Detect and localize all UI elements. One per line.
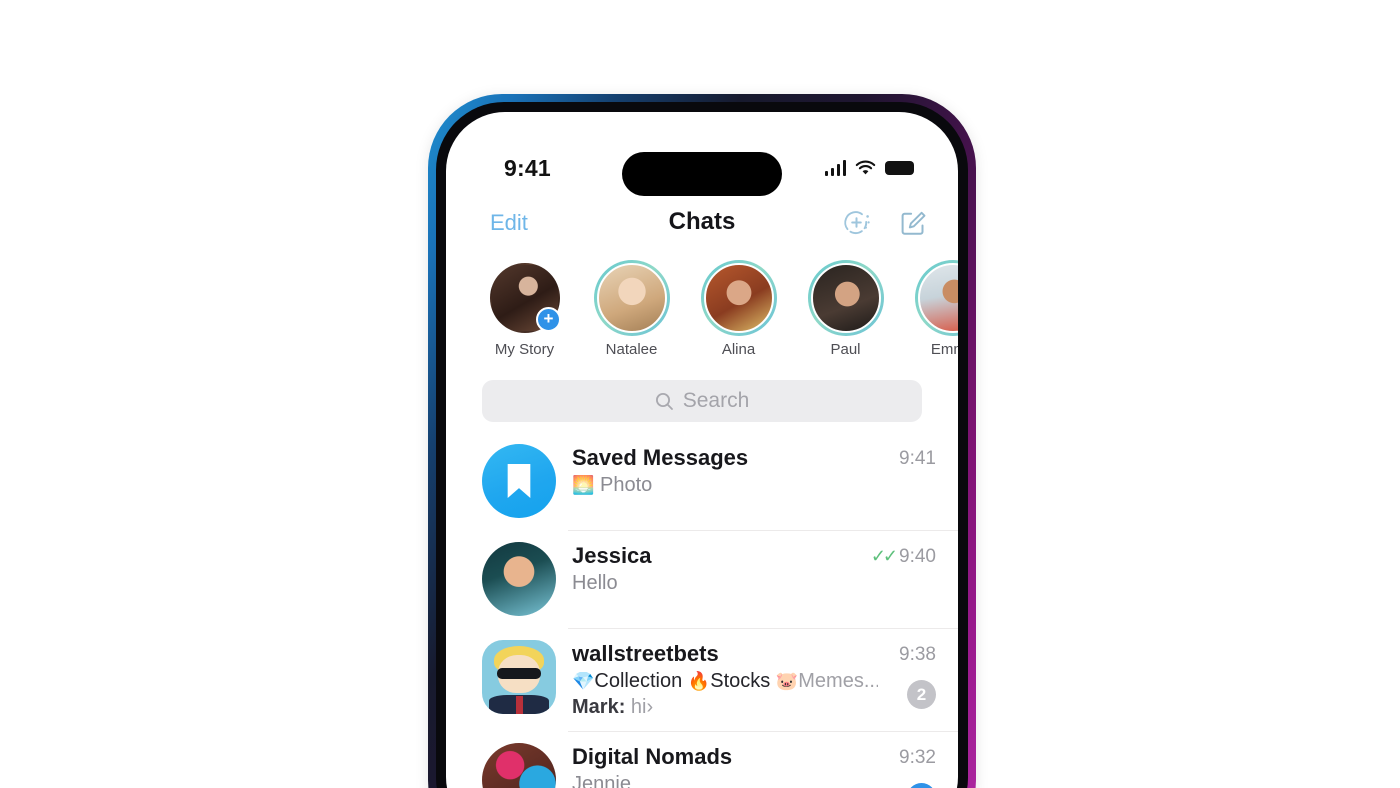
avatar [810, 263, 881, 333]
story-item-emma[interactable]: Emma [910, 260, 958, 358]
wifi-icon [855, 160, 876, 175]
story-label: Paul [830, 341, 861, 358]
story-item-my-story[interactable]: + My Story [482, 260, 567, 358]
battery-icon [885, 161, 914, 175]
story-ring [807, 260, 884, 336]
story-label: Natalee [605, 341, 658, 358]
avatar [482, 743, 556, 788]
chat-preview-text: Photo [599, 474, 653, 496]
chat-meta: ✓✓ 9:40 [871, 542, 936, 616]
chat-row-saved-messages[interactable]: Saved Messages 🌅 Photo 9:41 [446, 432, 958, 530]
chat-time: 9:41 [899, 448, 936, 469]
unread-badge: 2 [907, 680, 936, 709]
chevron-right-icon: › [646, 696, 654, 718]
phone-bezel: 9:41 Edit Chats + My Story Natalee Alina… [436, 102, 968, 788]
search-icon [655, 392, 673, 410]
story-ring [700, 260, 777, 336]
chat-meta: 9:38 2 [878, 640, 936, 719]
avatar [482, 444, 556, 518]
chat-row-digital-nomads[interactable]: Digital Nomads Jennie Wooow 9:32 2 [446, 731, 958, 788]
read-receipt-icon: ✓✓ [870, 546, 898, 566]
add-story-icon[interactable] [842, 208, 872, 238]
topic-label: Stocks [710, 670, 771, 692]
edit-button[interactable]: Edit [490, 210, 528, 236]
chat-content: Digital Nomads Jennie Wooow [556, 743, 878, 788]
avatar [482, 640, 556, 714]
status-bar-time: 9:41 [504, 155, 551, 181]
chat-preview: Hello [572, 572, 618, 594]
chat-preview-sender: Jennie [572, 773, 631, 788]
chat-content: Saved Messages 🌅 Photo [556, 444, 878, 518]
status-bar-indicators [824, 160, 914, 176]
phone-screen: 9:41 Edit Chats + My Story Natalee Alina… [446, 112, 958, 788]
story-label: Emma [930, 341, 958, 358]
chat-meta: 9:41 [878, 444, 936, 518]
search-input[interactable]: Search [482, 380, 922, 422]
topic-label: Memes... [798, 670, 878, 692]
compose-icon[interactable] [898, 208, 928, 238]
page-title: Chats [668, 208, 736, 235]
chat-time: 9:40 [899, 546, 936, 567]
chat-topics: 💎Collection 🔥Stocks 🐷Memes... [572, 670, 878, 693]
story-label: Alina [721, 341, 756, 358]
chat-preview: Mark: hi› [572, 696, 878, 719]
avatar [703, 263, 774, 333]
fire-emoji-icon: 🔥 [687, 671, 711, 691]
nav-actions [842, 208, 928, 238]
chat-title: Jessica [572, 543, 652, 568]
story-item-paul[interactable]: Paul [803, 260, 888, 358]
photo-emoji-icon: 🌅 [572, 475, 595, 495]
chat-preview-text: hi [630, 696, 647, 718]
search-container: Search [446, 376, 958, 432]
chat-meta: 9:32 2 [878, 743, 936, 788]
stories-strip[interactable]: + My Story Natalee Alina Paul Em [446, 260, 958, 376]
avatar [482, 542, 556, 616]
topic-label: Collection [594, 670, 683, 692]
unread-badge: 2 [907, 783, 936, 788]
chat-content: Jessica Hello [556, 542, 871, 616]
story-ring [593, 260, 670, 336]
chat-time: 9:38 [899, 644, 936, 665]
navigation-bar: Edit Chats [446, 198, 958, 260]
chat-time: 9:32 [899, 747, 936, 768]
dynamic-island [622, 152, 782, 196]
screenshot-canvas: 9:41 Edit Chats + My Story Natalee Alina… [0, 0, 1400, 788]
chat-preview-sender: Mark: [572, 696, 626, 718]
add-story-badge[interactable]: + [536, 307, 561, 332]
story-item-alina[interactable]: Alina [696, 260, 781, 358]
bookmark-icon [507, 464, 531, 498]
cellular-signal-icon [824, 160, 846, 176]
story-ring [914, 260, 958, 336]
search-placeholder: Search [682, 389, 750, 412]
chat-title: Digital Nomads [572, 744, 733, 769]
chat-title: Saved Messages [572, 445, 749, 470]
story-label: My Story [494, 341, 555, 358]
status-bar: 9:41 [446, 112, 958, 198]
avatar [917, 263, 958, 333]
chat-row-jessica[interactable]: Jessica Hello ✓✓ 9:40 [446, 530, 958, 628]
phone-device-frame: 9:41 Edit Chats + My Story Natalee Alina… [428, 94, 976, 788]
pig-emoji-icon: 🐷 [775, 671, 799, 691]
chat-row-wallstreetbets[interactable]: wallstreetbets 💎Collection 🔥Stocks 🐷Meme… [446, 628, 958, 731]
chat-time-row: ✓✓ 9:40 [871, 546, 936, 568]
chat-preview: 🌅 Photo [572, 474, 878, 497]
chat-content: wallstreetbets 💎Collection 🔥Stocks 🐷Meme… [556, 640, 878, 719]
chat-title: wallstreetbets [572, 641, 719, 666]
cartoon-face-art [482, 640, 556, 714]
story-item-natalee[interactable]: Natalee [589, 260, 674, 358]
gem-emoji-icon: 💎 [572, 671, 595, 691]
avatar [596, 263, 667, 333]
chat-list[interactable]: Saved Messages 🌅 Photo 9:41 Jessica Hell… [446, 432, 958, 788]
